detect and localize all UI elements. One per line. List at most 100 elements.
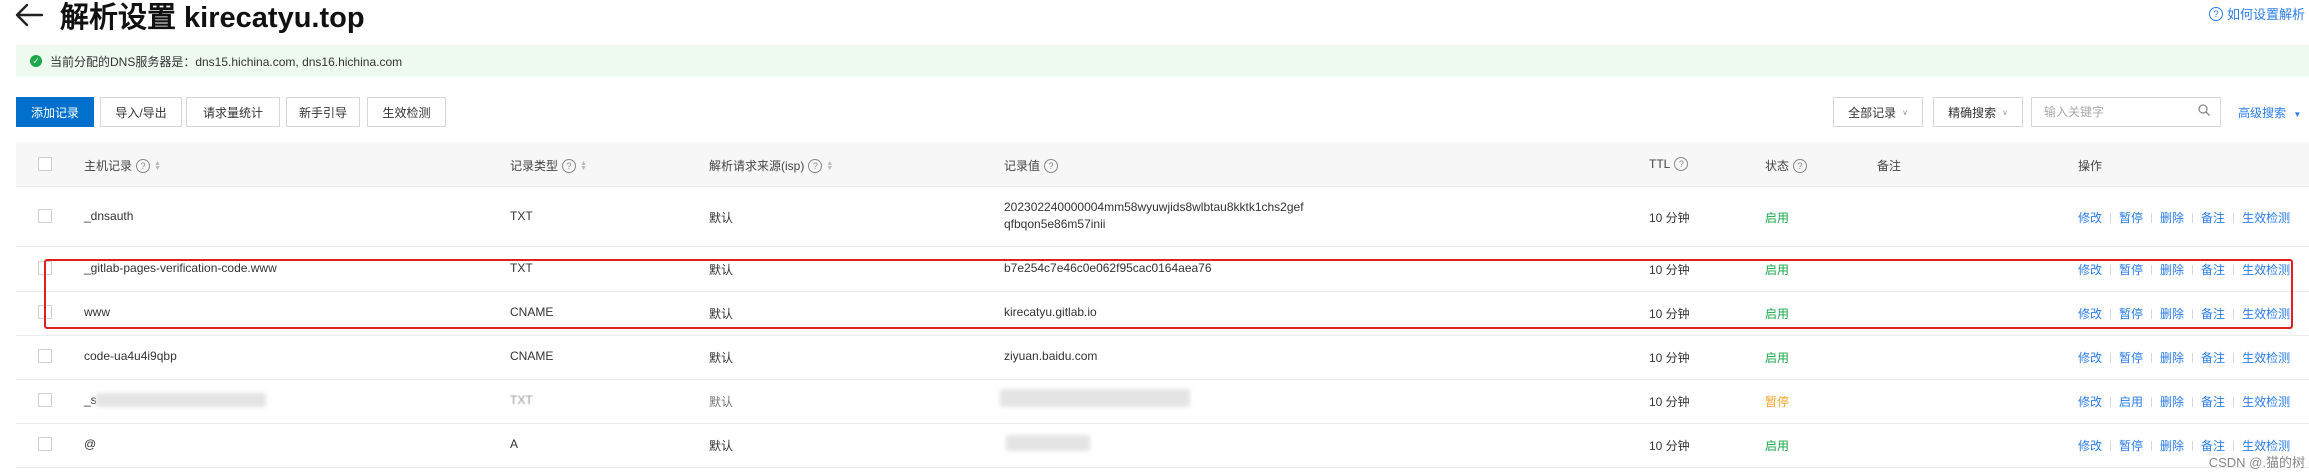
- effect-check-button[interactable]: 生效检测: [367, 97, 446, 127]
- column-ops: 操作: [2078, 157, 2102, 174]
- advanced-search-link[interactable]: 高级搜索 ▼: [2238, 104, 2301, 121]
- remark-link[interactable]: 备注: [2201, 349, 2225, 366]
- table-header: [16, 142, 2309, 186]
- divider: [2233, 440, 2235, 451]
- record-type: A: [510, 437, 519, 451]
- keyword-search-box[interactable]: [2031, 97, 2221, 127]
- blurred-value: [1006, 435, 1090, 451]
- remark-link[interactable]: 备注: [2201, 393, 2225, 410]
- column-host: 主机记录 ? ▲ ▼: [84, 157, 161, 174]
- caret-down-icon: ▼: [2293, 110, 2302, 119]
- delete-link[interactable]: 删除: [2160, 209, 2184, 226]
- help-link[interactable]: ? 如何设置解析: [2208, 4, 2305, 23]
- sort-icon[interactable]: ▲ ▼: [580, 160, 587, 172]
- divider: [2233, 352, 2235, 363]
- record-value: ziyuan.baidu.com: [1004, 349, 1098, 363]
- divider: [2110, 396, 2112, 407]
- column-value-label: 记录值: [1004, 159, 1041, 173]
- sort-icon[interactable]: ▲ ▼: [154, 160, 161, 172]
- search-mode-value: 精确搜索: [1948, 105, 1997, 120]
- column-type-label: 记录类型: [510, 159, 559, 173]
- column-remark: 备注: [1877, 157, 1901, 174]
- highlight-box: [44, 259, 2293, 329]
- effect-check-link[interactable]: 生效检测: [2242, 209, 2290, 226]
- column-ttl: TTL ?: [1649, 157, 1689, 171]
- sort-icon[interactable]: ▲ ▼: [826, 160, 833, 172]
- record-host: code-ua4u4i9qbp: [84, 349, 177, 363]
- divider: [2110, 352, 2112, 363]
- question-circle-icon[interactable]: ?: [1044, 158, 1059, 173]
- select-all-checkbox[interactable]: [38, 157, 52, 171]
- question-circle-icon: ?: [2208, 6, 2223, 21]
- column-type: 记录类型 ? ▲ ▼: [510, 157, 587, 174]
- record-type: TXT: [510, 209, 533, 223]
- column-ttl-label: TTL: [1649, 157, 1671, 171]
- question-circle-icon[interactable]: ?: [136, 158, 151, 173]
- record-isp: 默认: [709, 439, 734, 453]
- question-circle-icon[interactable]: ?: [562, 158, 577, 173]
- pause-link[interactable]: 暂停: [2119, 209, 2143, 226]
- dns-server-banner: ✓ 当前分配的DNS服务器是：dns15.hichina.com, dns16.…: [16, 45, 2309, 77]
- row-divider: [16, 467, 2309, 468]
- status-badge: 启用: [1765, 439, 1790, 453]
- record-ttl: 10 分钟: [1649, 395, 1690, 409]
- column-isp: 解析请求来源(isp) ? ▲ ▼: [709, 157, 833, 174]
- delete-link[interactable]: 删除: [2160, 393, 2184, 410]
- edit-link[interactable]: 修改: [2078, 393, 2102, 410]
- record-type: CNAME: [510, 349, 554, 363]
- search-mode-select[interactable]: 精确搜索 ∨: [1933, 97, 2023, 127]
- question-circle-icon[interactable]: ?: [1674, 157, 1689, 171]
- divider: [2192, 352, 2194, 363]
- row-checkbox[interactable]: [38, 393, 52, 407]
- import-export-button[interactable]: 导入/导出: [100, 97, 182, 127]
- edit-link[interactable]: 修改: [2078, 209, 2102, 226]
- delete-link[interactable]: 删除: [2160, 349, 2184, 366]
- beginner-guide-button[interactable]: 新手引导: [286, 97, 360, 127]
- status-badge: 启用: [1765, 351, 1790, 365]
- divider: [2151, 212, 2153, 223]
- row-divider: [16, 423, 2309, 424]
- page-title: 解析设置 kirecatyu.top: [60, 2, 365, 34]
- edit-link[interactable]: 修改: [2078, 437, 2102, 454]
- back-arrow-icon[interactable]: [14, 2, 44, 28]
- row-divider: [16, 246, 2309, 247]
- divider: [2192, 212, 2194, 223]
- status-badge: 启用: [1765, 211, 1790, 225]
- watermark: CSDN @.猫的树: [2208, 455, 2305, 470]
- record-type: TXT: [510, 393, 533, 407]
- row-actions: 修改 暂停 删除 备注 生效检测: [2078, 209, 2290, 226]
- search-icon[interactable]: [2198, 104, 2210, 116]
- record-ttl: 10 分钟: [1649, 351, 1690, 365]
- record-scope-select[interactable]: 全部记录 ∨: [1833, 97, 1923, 127]
- check-circle-icon: ✓: [30, 55, 42, 67]
- chevron-down-icon: ∨: [1902, 107, 1908, 117]
- row-actions: 修改 暂停 删除 备注 生效检测: [2078, 349, 2290, 366]
- effect-check-link[interactable]: 生效检测: [2242, 349, 2290, 366]
- row-checkbox[interactable]: [38, 437, 52, 451]
- edit-link[interactable]: 修改: [2078, 349, 2102, 366]
- column-ops-label: 操作: [2078, 159, 2103, 173]
- record-isp: 默认: [709, 395, 734, 409]
- question-circle-icon[interactable]: ?: [808, 158, 823, 173]
- pause-link[interactable]: 暂停: [2119, 437, 2143, 454]
- pause-link[interactable]: 暂停: [2119, 349, 2143, 366]
- row-checkbox[interactable]: [38, 209, 52, 223]
- row-checkbox[interactable]: [38, 349, 52, 363]
- question-circle-icon[interactable]: ?: [1793, 158, 1808, 173]
- keyword-search-input[interactable]: [2042, 104, 2196, 120]
- remark-link[interactable]: 备注: [2201, 209, 2225, 226]
- row-divider: [16, 379, 2309, 380]
- effect-check-link[interactable]: 生效检测: [2242, 393, 2290, 410]
- column-value: 记录值 ?: [1004, 157, 1059, 174]
- enable-link[interactable]: 启用: [2119, 393, 2143, 410]
- dns-server-text: 当前分配的DNS服务器是：dns15.hichina.com, dns16.hi…: [50, 54, 403, 69]
- record-isp: 默认: [709, 211, 734, 225]
- request-stats-button[interactable]: 请求量统计: [186, 97, 280, 127]
- divider: [2151, 440, 2153, 451]
- row-actions: 修改 启用 删除 备注 生效检测: [2078, 393, 2290, 410]
- column-status-label: 状态: [1765, 159, 1790, 173]
- column-status: 状态 ?: [1765, 157, 1808, 174]
- divider: [2110, 212, 2112, 223]
- delete-link[interactable]: 删除: [2160, 437, 2184, 454]
- add-record-button[interactable]: 添加记录: [16, 97, 94, 127]
